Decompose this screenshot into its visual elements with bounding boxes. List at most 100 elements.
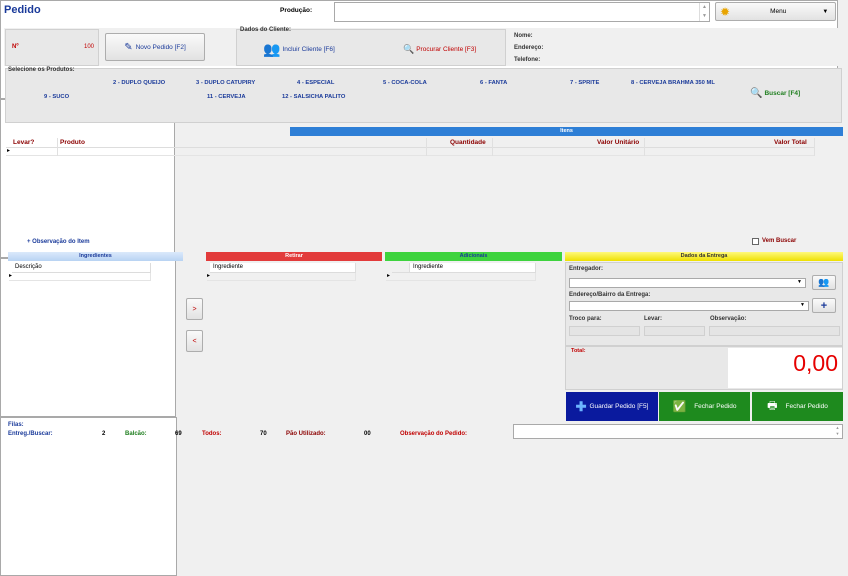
guardar-pedido-label: Guardar Pedido [F5] [589, 403, 649, 410]
entregador-select[interactable] [569, 278, 806, 288]
sun-icon: ✹ [720, 4, 731, 19]
col-quantidade: Quantidade [450, 139, 486, 146]
obs-pedido-scroll[interactable]: ▲ ▼ [833, 425, 842, 438]
product-especial[interactable]: 4 - ESPECIAL [297, 80, 334, 86]
endereco-entrega-select[interactable] [569, 301, 809, 311]
search-product-label: Buscar [F4] [764, 90, 801, 97]
fechar-pedido-print-label: Fechar Pedido [785, 403, 828, 410]
adicionais-col-header: Ingrediente [410, 263, 536, 273]
people-icon: 👥 [818, 277, 830, 287]
col-valor-unitario: Valor Unitário [597, 139, 640, 146]
observacao-field[interactable] [709, 326, 840, 336]
total-value: 0,00 [793, 350, 838, 376]
client-title: Dados do Cliente: [240, 27, 292, 33]
product-duplo-queijo[interactable]: 2 - DUPLO QUEIJO [113, 80, 165, 86]
chevron-down-icon: ▼ [797, 279, 802, 285]
entreg-value: 2 [102, 431, 106, 437]
fechar-pedido-print-button[interactable]: 🖶 Fechar Pedido [752, 392, 843, 421]
product-coca-cola[interactable]: 5 - COCA-COLA [383, 80, 427, 86]
row-marker-icon: ▸ [7, 148, 11, 154]
fechar-pedido-button[interactable]: ✅ Fechar Pedido [659, 392, 750, 421]
search-product-button[interactable]: 🔍 Buscar [F4] [750, 88, 800, 99]
troco-label: Troco para: [569, 316, 602, 322]
retirar-header: Retirar [206, 252, 382, 261]
vem-buscar-checkbox[interactable] [752, 238, 759, 245]
chevron-down-icon: ▼ [822, 8, 829, 15]
move-left-button[interactable]: < [186, 330, 203, 352]
row-marker-icon: ▸ [207, 273, 211, 279]
row-marker-icon: ▸ [9, 273, 13, 279]
new-order-button[interactable]: ✎ Novo Pedido [F2] [105, 33, 205, 61]
chevron-down-icon: ▼ [800, 302, 805, 308]
adicionais-row [386, 273, 536, 281]
ingredientes-header: Ingredientes [8, 252, 183, 261]
page-title: Pedido [4, 4, 41, 16]
retirar-row [207, 273, 356, 281]
product-fanta[interactable]: 6 - FANTA [480, 80, 507, 86]
check-document-icon: ✅ [672, 401, 687, 413]
add-endereco-button[interactable]: + [812, 298, 836, 313]
entregador-label: Entregador: [569, 266, 604, 272]
producao-label: Produção: [280, 7, 313, 14]
total-label: Total: [571, 348, 586, 354]
adicionais-grid[interactable] [0, 417, 177, 576]
plus-icon: ✚ [575, 398, 587, 414]
include-client-button[interactable]: 👥 Incluir Cliente [F6] [263, 41, 335, 58]
fechar-pedido-label: Fechar Pedido [694, 403, 737, 410]
nome-label: Nome: [514, 33, 533, 39]
product-duplo-catupiry[interactable]: 3 - DUPLO CATUPIRY [196, 80, 255, 86]
telefone-label: Telefone: [514, 57, 541, 63]
balcao-value: 69 [175, 431, 182, 437]
producao-scroll[interactable]: ▲ ▼ [699, 3, 709, 21]
order-number-value: 100 [84, 44, 95, 50]
col-levar: Levar? [13, 139, 35, 146]
guardar-pedido-button[interactable]: ✚ Guardar Pedido [F5] [566, 392, 658, 421]
obs-pedido-field[interactable] [513, 424, 843, 439]
product-suco[interactable]: 9 - SUCO [44, 94, 69, 100]
entreg-label: Entreg./Buscar: [8, 431, 53, 437]
search-icon: 🔍 [750, 88, 763, 99]
menu-label: Menu [770, 8, 787, 15]
itens-grid-lines [6, 148, 814, 156]
search-client-button[interactable]: 🔍 Procurar Cliente [F3] [403, 44, 476, 55]
adicionais-selector [392, 263, 410, 273]
product-cerveja-brahma[interactable]: 8 - CERVEJA BRAHMA 350 ML [631, 80, 715, 86]
retirar-grid[interactable] [0, 258, 176, 417]
producao-field[interactable] [334, 2, 710, 22]
obs-item-link[interactable]: + Observação do Item [27, 239, 90, 245]
users-icon: 👥 [263, 41, 281, 57]
search-client-label: Procurar Cliente [F3] [416, 46, 477, 53]
itens-col-divider [492, 138, 493, 156]
ingredientes-row [9, 273, 151, 281]
balcao-label: Balcão: [125, 431, 147, 437]
col-produto: Produto [60, 139, 85, 146]
levar-field[interactable] [644, 326, 705, 336]
itens-col-divider [814, 138, 815, 156]
entrega-header: Dados da Entrega [565, 252, 843, 261]
add-entregador-button[interactable]: 👥 [812, 275, 836, 290]
menu-button[interactable]: ✹ Menu ▼ [715, 2, 836, 21]
move-right-button[interactable]: > [186, 298, 203, 320]
itens-col-divider [426, 138, 427, 156]
pao-value: 00 [364, 431, 371, 437]
printer-icon: 🖶 [767, 400, 778, 412]
pao-label: Pão Utilizado: [286, 431, 326, 437]
levar-label: Levar: [644, 316, 663, 322]
products-panel [5, 68, 842, 123]
endereco-entrega-label: Endereço/Bairro da Entrega: [569, 292, 651, 298]
endereco-label: Endereço: [514, 45, 544, 51]
pencil-icon: ✎ [124, 41, 133, 53]
product-sprite[interactable]: 7 - SPRITE [570, 80, 599, 86]
search-icon: 🔍 [403, 44, 415, 54]
row-marker-icon: ▸ [387, 273, 391, 279]
retirar-col-header: Ingrediente [210, 263, 356, 273]
itens-header: Itens [290, 127, 843, 136]
new-order-label: Novo Pedido [F2] [135, 43, 186, 51]
todos-label: Todos: [202, 431, 222, 437]
product-cerveja[interactable]: 11 - CERVEJA [207, 94, 246, 100]
order-number-label: Nº [12, 44, 19, 50]
product-salsicha-palito[interactable]: 12 - SALSICHA PALITO [282, 94, 345, 100]
observacao-label: Observação: [710, 316, 747, 322]
todos-value: 70 [260, 431, 267, 437]
troco-field[interactable] [569, 326, 640, 336]
